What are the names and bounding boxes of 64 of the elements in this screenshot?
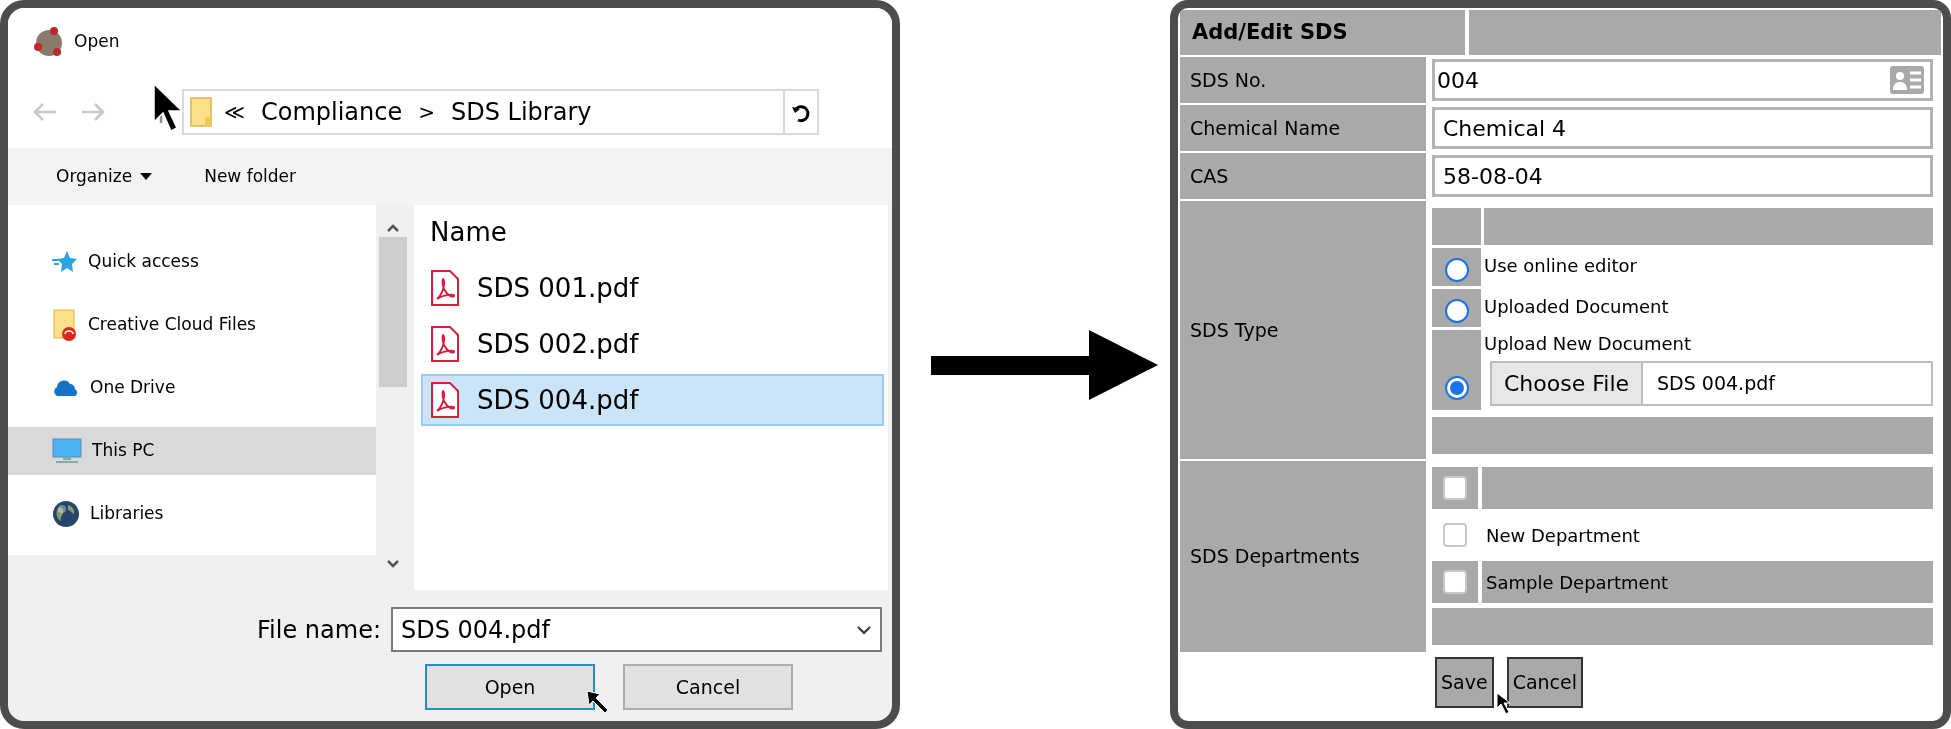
radio-button[interactable] <box>1444 376 1469 400</box>
checkbox[interactable] <box>1443 523 1467 547</box>
option-label[interactable]: Uploaded Document <box>1484 289 1933 320</box>
checkbox[interactable] <box>1443 476 1467 500</box>
input-field[interactable]: 58-08-04 <box>1432 155 1933 197</box>
field-label: SDS No. <box>1180 57 1426 103</box>
star-icon <box>52 250 78 274</box>
form-button[interactable]: Save <box>1435 657 1494 708</box>
form-title: Add/Edit SDS <box>1192 18 1348 46</box>
nav-item[interactable]: One Drive <box>8 364 376 412</box>
overflow-chevron[interactable]: ≪ <box>224 97 245 127</box>
scroll-up-icon[interactable] <box>386 223 400 233</box>
monitor-icon <box>52 438 82 464</box>
nav-item[interactable]: This PC <box>8 427 376 475</box>
scrollbar-thumb[interactable] <box>379 237 407 387</box>
dialog-button[interactable]: Cancel <box>623 664 793 710</box>
contact-card-icon[interactable] <box>1890 66 1924 94</box>
mouse-cursor-icon <box>586 690 610 714</box>
cloud-icon <box>52 379 80 397</box>
breadcrumb-item[interactable]: SDS Library <box>451 94 592 130</box>
file-item[interactable]: SDS 001.pdf <box>421 262 884 314</box>
dialog-button[interactable]: Open <box>425 664 595 710</box>
empty-cell <box>1432 208 1481 245</box>
file-name-text: SDS 004.pdf <box>1657 371 1775 397</box>
pdf-file-icon <box>431 326 459 362</box>
choose-file-button[interactable]: Choose File <box>1492 363 1644 404</box>
scroll-down-icon[interactable] <box>386 559 400 569</box>
field-label: SDS Type <box>1180 201 1426 459</box>
window-title: Open <box>74 30 120 54</box>
nav-item[interactable]: Quick access <box>8 238 376 286</box>
field-label: Chemical Name <box>1180 105 1426 151</box>
form-button[interactable]: Cancel <box>1506 657 1583 708</box>
right-arrow-icon <box>931 329 1158 400</box>
file-item[interactable]: SDS 004.pdf <box>421 374 884 426</box>
address-bar[interactable]: ≪ Compliance > SDS Library <box>182 89 819 135</box>
option-label[interactable]: Upload New Document <box>1484 330 1933 357</box>
toolbar-button[interactable]: New folder <box>204 163 296 190</box>
input-field[interactable]: Chemical 4 <box>1432 107 1933 149</box>
breadcrumb-item[interactable]: Compliance <box>260 94 403 130</box>
option-label[interactable]: Use online editor <box>1484 248 1933 279</box>
nav-item[interactable]: Libraries <box>8 490 376 538</box>
field-label: File name: <box>257 614 381 646</box>
caret-icon <box>140 172 153 181</box>
input-field[interactable]: 004 <box>1432 59 1933 101</box>
field-label: SDS Departments <box>1180 461 1426 652</box>
field-label: CAS <box>1180 153 1426 199</box>
file-name-field[interactable]: SDS 004.pdf <box>391 607 882 652</box>
radio-button[interactable] <box>1444 299 1469 323</box>
file-input[interactable]: Choose File SDS 004.pdf <box>1490 361 1933 406</box>
globe-icon <box>52 500 80 528</box>
option-label[interactable]: New Department <box>1486 521 1640 549</box>
folder-icon <box>190 97 212 127</box>
radio-button[interactable] <box>1444 258 1469 282</box>
dropdown-caret-icon[interactable] <box>856 624 872 635</box>
nav-item[interactable]: Creative Cloud Files <box>8 301 376 349</box>
pdf-file-icon <box>431 382 459 418</box>
file-item[interactable]: SDS 002.pdf <box>421 318 884 370</box>
pdf-file-icon <box>431 270 459 306</box>
path-separator[interactable]: > <box>418 97 435 127</box>
organize-menu[interactable]: Organize <box>56 163 153 190</box>
checkbox[interactable] <box>1443 570 1467 594</box>
column-header[interactable]: Name <box>430 213 884 252</box>
folder-icon <box>52 309 78 341</box>
option-label-cell[interactable]: Sample Department <box>1482 561 1933 603</box>
